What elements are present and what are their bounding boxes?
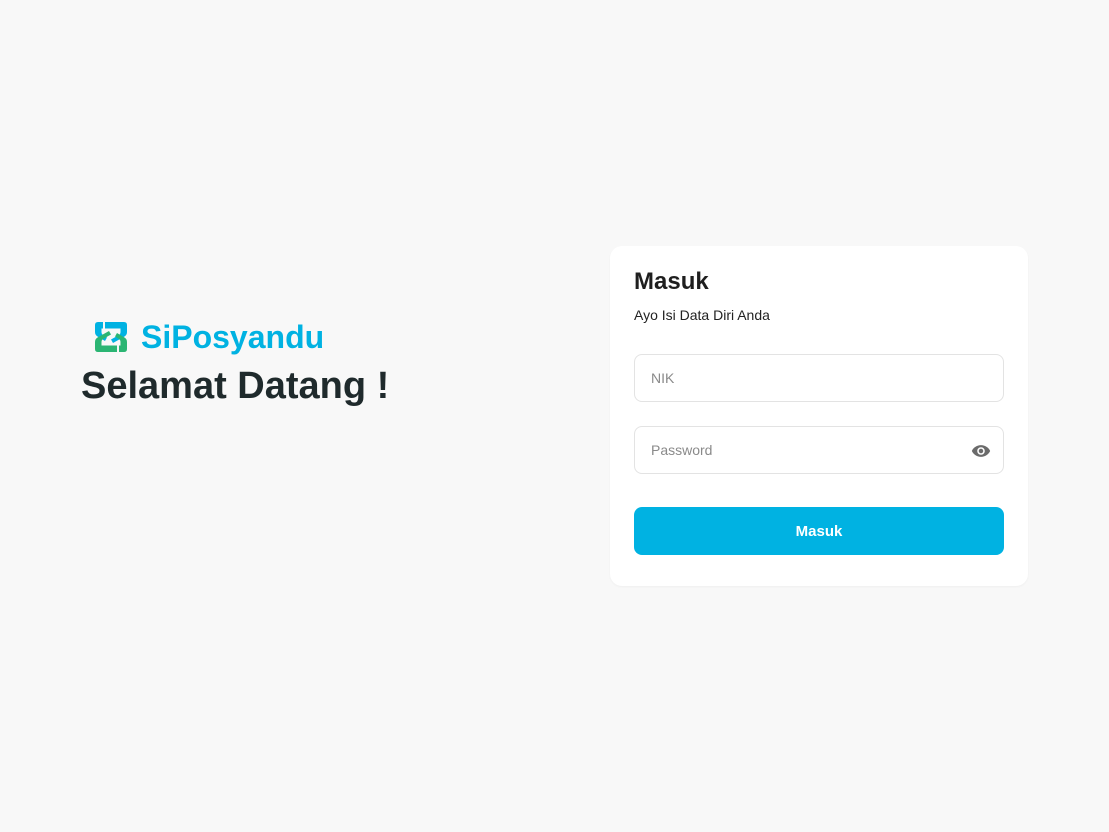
eye-icon[interactable] xyxy=(971,441,991,461)
login-title: Masuk xyxy=(634,268,709,295)
login-subtitle: Ayo Isi Data Diri Anda xyxy=(634,307,770,323)
login-card: Masuk Ayo Isi Data Diri Anda Masuk xyxy=(610,246,1028,586)
brand-name: SiPosyandu xyxy=(141,318,325,355)
submit-button[interactable]: Masuk xyxy=(634,507,1004,555)
welcome-heading: Selamat Datang ! xyxy=(81,365,390,407)
password-field xyxy=(634,426,1004,474)
password-input[interactable] xyxy=(635,427,1003,473)
brand-section: SiPosyandu Selamat Datang ! xyxy=(81,315,389,408)
nik-field xyxy=(634,354,1004,402)
siposyandu-logo-icon xyxy=(95,322,127,352)
brand-logo-row: SiPosyandu xyxy=(93,315,389,359)
nik-input[interactable] xyxy=(635,355,1003,401)
